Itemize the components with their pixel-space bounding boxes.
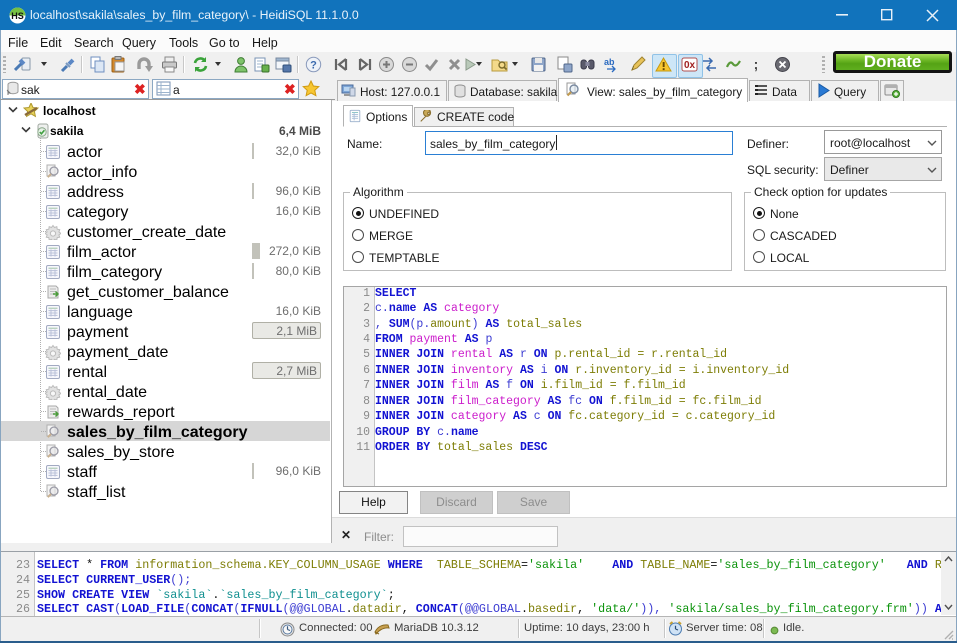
- svg-text:HS: HS: [11, 11, 24, 21]
- svg-text:ab: ab: [604, 57, 615, 67]
- svg-text:;: ;: [754, 56, 759, 72]
- svg-text:?: ?: [310, 60, 317, 72]
- svg-text:0x: 0x: [684, 60, 696, 71]
